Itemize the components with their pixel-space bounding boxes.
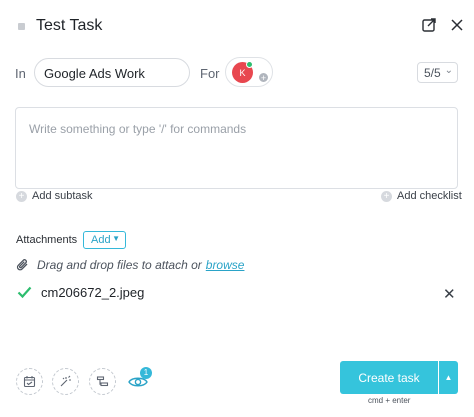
open-in-new-icon[interactable] [419,15,439,35]
attachments-label: Attachments [16,234,78,246]
browse-link[interactable]: browse [206,258,245,272]
in-label: In [15,66,26,81]
gantt-icon [96,376,109,387]
add-checklist-label: Add checklist [397,190,462,202]
description-editor[interactable]: Write something or type '/' for commands [15,107,458,189]
add-checklist-button[interactable]: + Add checklist [381,190,462,202]
chevron-down-icon: ⌄ [444,65,453,76]
close-icon[interactable] [447,15,467,35]
task-title[interactable]: Test Task [36,17,102,35]
due-date-button[interactable] [16,368,43,395]
plus-icon: + [381,190,392,202]
add-subtask-button[interactable]: + Add subtask [16,190,93,202]
magic-wand-icon [60,375,71,387]
create-options-button[interactable]: ▲ [439,361,458,394]
drop-text: Drag and drop files to attach or [37,258,202,272]
paperclip-icon [16,259,28,271]
description-placeholder: Write something or type '/' for commands [29,122,247,136]
priority-value: 5/5 [424,66,441,80]
add-attachment-button[interactable]: Add ▼ [83,231,126,249]
add-assignee-icon[interactable]: + [258,72,269,83]
watcher-count-badge: 1 [140,367,152,379]
online-status-dot [246,61,253,68]
for-label: For [200,66,220,81]
automation-button[interactable] [52,368,79,395]
dependencies-button[interactable] [89,368,116,395]
caret-down-icon: ▼ [112,234,120,243]
drop-zone[interactable]: Drag and drop files to attach or browse [16,258,244,272]
calendar-icon [23,376,36,388]
shortcut-hint: cmd + enter [368,396,411,405]
checkmark-icon [17,286,32,299]
caret-up-icon: ▲ [444,373,453,382]
attachment-item: cm206672_2.jpeg [17,285,144,300]
list-selector[interactable]: Google Ads Work [34,58,190,87]
add-attachment-label: Add [91,234,111,246]
plus-icon: + [16,190,27,202]
create-task-button[interactable]: Create task [340,361,438,394]
add-subtask-label: Add subtask [32,190,93,202]
task-status-square[interactable] [18,23,25,30]
attachment-file-name[interactable]: cm206672_2.jpeg [41,285,144,300]
priority-selector[interactable]: 5/5 ⌄ [417,62,458,83]
remove-attachment-icon[interactable]: ✕ [443,285,456,303]
